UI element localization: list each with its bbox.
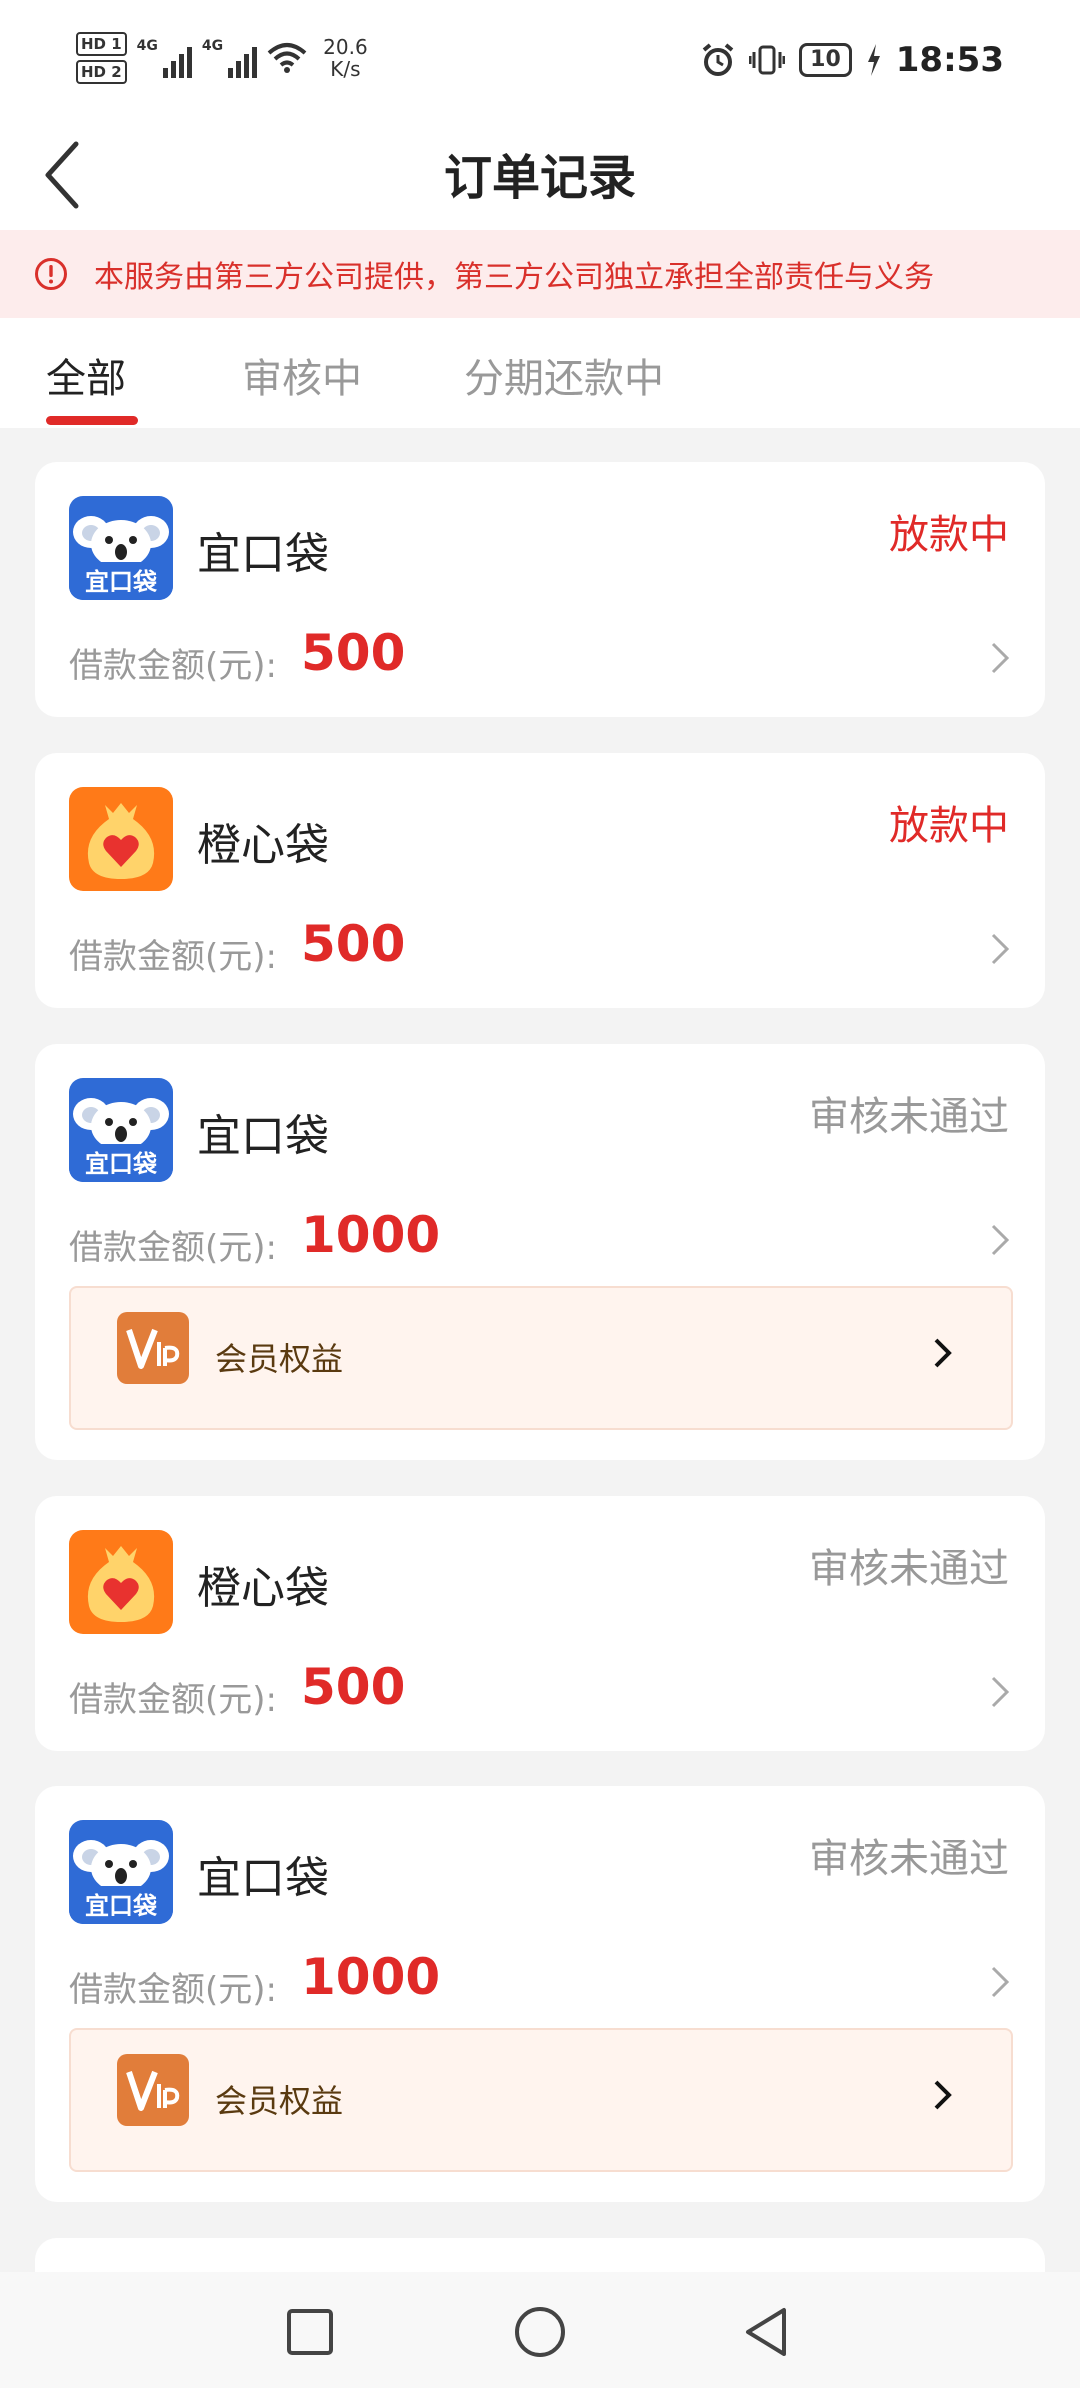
order-status: 审核未通过 xyxy=(809,1836,1009,1882)
clock: 18:53 xyxy=(895,40,1004,80)
chevron-right-icon[interactable] xyxy=(985,1672,1015,1712)
amount-label: 借款金额(元): xyxy=(69,1228,277,1268)
amount-label: 借款金额(元): xyxy=(69,1970,277,2010)
order-status: 放款中 xyxy=(889,512,1009,558)
amount-value: 1000 xyxy=(301,1948,441,2006)
status-bar-right: 10 18:53 xyxy=(701,40,1004,80)
tab-under-review[interactable]: 审核中 xyxy=(242,346,362,404)
order-status: 审核未通过 xyxy=(809,1546,1009,1592)
order-tabs: 全部 审核中 分期还款中 xyxy=(0,318,1080,428)
chevron-right-icon[interactable] xyxy=(985,638,1015,678)
disclaimer-text: 本服务由第三方公司提供，第三方公司独立承担全部责任与义务 xyxy=(94,260,934,295)
heart-bag-logo xyxy=(69,787,173,891)
vip-benefits-row[interactable]: 会员权益 xyxy=(69,1286,1013,1430)
vip-icon xyxy=(117,1312,189,1384)
chevron-right-icon[interactable] xyxy=(985,929,1015,969)
product-name: 宜口袋 xyxy=(197,1111,329,1162)
speed-unit: K/s xyxy=(330,57,361,81)
product-name: 橙心袋 xyxy=(197,820,329,871)
vip-benefits-label: 会员权益 xyxy=(215,1340,344,1378)
app-header: 订单记录 xyxy=(0,120,1080,230)
amount-value: 500 xyxy=(301,1658,406,1716)
heart-bag-logo xyxy=(69,1530,173,1634)
order-card[interactable]: 宜口袋 宜口袋 审核未通过 借款金额(元): 1000 会员权益 xyxy=(35,1044,1045,1460)
vip-benefits-label: 会员权益 xyxy=(215,2082,344,2120)
alarm-icon xyxy=(702,43,734,76)
chevron-right-icon xyxy=(934,2080,952,2110)
page-title: 订单记录 xyxy=(443,150,636,206)
order-card[interactable]: 宜口袋 宜口袋 审核未通过 借款金额(元): 1000 会员权益 xyxy=(35,1786,1045,2202)
product-name: 宜口袋 xyxy=(197,529,329,580)
tab-all[interactable]: 全部 xyxy=(46,346,126,404)
signal-icon: 4G xyxy=(137,38,192,78)
signal-icon: 4G xyxy=(201,38,258,78)
network-type-2: 4G xyxy=(201,38,224,54)
vip-benefits-row[interactable]: 会员权益 xyxy=(69,2028,1013,2172)
order-card[interactable]: 橙心袋 审核未通过 借款金额(元): 500 xyxy=(35,1496,1045,1751)
alert-circle-icon xyxy=(35,258,67,290)
hd2-badge: HD 2 xyxy=(76,60,127,84)
product-name: 宜口袋 xyxy=(197,1853,329,1904)
order-status: 审核未通过 xyxy=(809,1094,1009,1140)
chevron-right-icon xyxy=(934,1338,952,1368)
amount-label: 借款金额(元): xyxy=(69,1680,277,1720)
battery-icon: 10 xyxy=(799,43,852,77)
hd1-badge: HD 1 xyxy=(76,32,127,56)
network-speed: 20.6 K/s xyxy=(323,36,368,80)
order-card[interactable]: 橙心袋 放款中 借款金额(元): 500 xyxy=(35,753,1045,1008)
speed-value: 20.6 xyxy=(323,35,368,59)
order-status: 放款中 xyxy=(889,803,1009,849)
status-bar: HD 1 HD 2 4G 4G 20.6 K/s 10 18:53 xyxy=(0,0,1080,120)
chevron-right-icon[interactable] xyxy=(985,1962,1015,2002)
home-circle-icon[interactable] xyxy=(510,2302,570,2362)
logo-text: 宜口袋 xyxy=(85,1892,157,1920)
logo-text: 宜口袋 xyxy=(85,1150,157,1178)
koala-logo: 宜口袋 xyxy=(69,1078,173,1182)
vip-icon xyxy=(117,2054,189,2126)
disclaimer-banner: 本服务由第三方公司提供，第三方公司独立承担全部责任与义务 xyxy=(0,230,1080,318)
product-name: 橙心袋 xyxy=(197,1563,329,1614)
recents-square-icon[interactable] xyxy=(280,2302,340,2362)
amount-value: 500 xyxy=(301,915,406,973)
logo-text: 宜口袋 xyxy=(85,568,157,596)
koala-logo: 宜口袋 xyxy=(69,1820,173,1924)
system-nav-bar xyxy=(0,2272,1080,2388)
vibrate-icon xyxy=(749,45,786,75)
amount-label: 借款金额(元): xyxy=(69,646,277,686)
chevron-right-icon[interactable] xyxy=(985,1220,1015,1260)
order-card[interactable]: 宜口袋 宜口袋 放款中 借款金额(元): 500 xyxy=(35,462,1045,717)
wifi-icon xyxy=(267,43,307,73)
hd-badges: HD 1 HD 2 xyxy=(76,32,127,84)
status-bar-left: HD 1 HD 2 4G 4G 20.6 K/s xyxy=(76,32,368,84)
network-type-1: 4G xyxy=(136,38,158,54)
amount-value: 1000 xyxy=(301,1206,441,1264)
amount-label: 借款金额(元): xyxy=(69,937,277,977)
back-triangle-icon[interactable] xyxy=(738,2302,798,2362)
tab-installment[interactable]: 分期还款中 xyxy=(464,346,664,404)
charging-icon xyxy=(867,44,880,76)
active-tab-indicator xyxy=(46,416,138,425)
koala-logo: 宜口袋 xyxy=(69,496,173,600)
amount-value: 500 xyxy=(301,624,406,682)
